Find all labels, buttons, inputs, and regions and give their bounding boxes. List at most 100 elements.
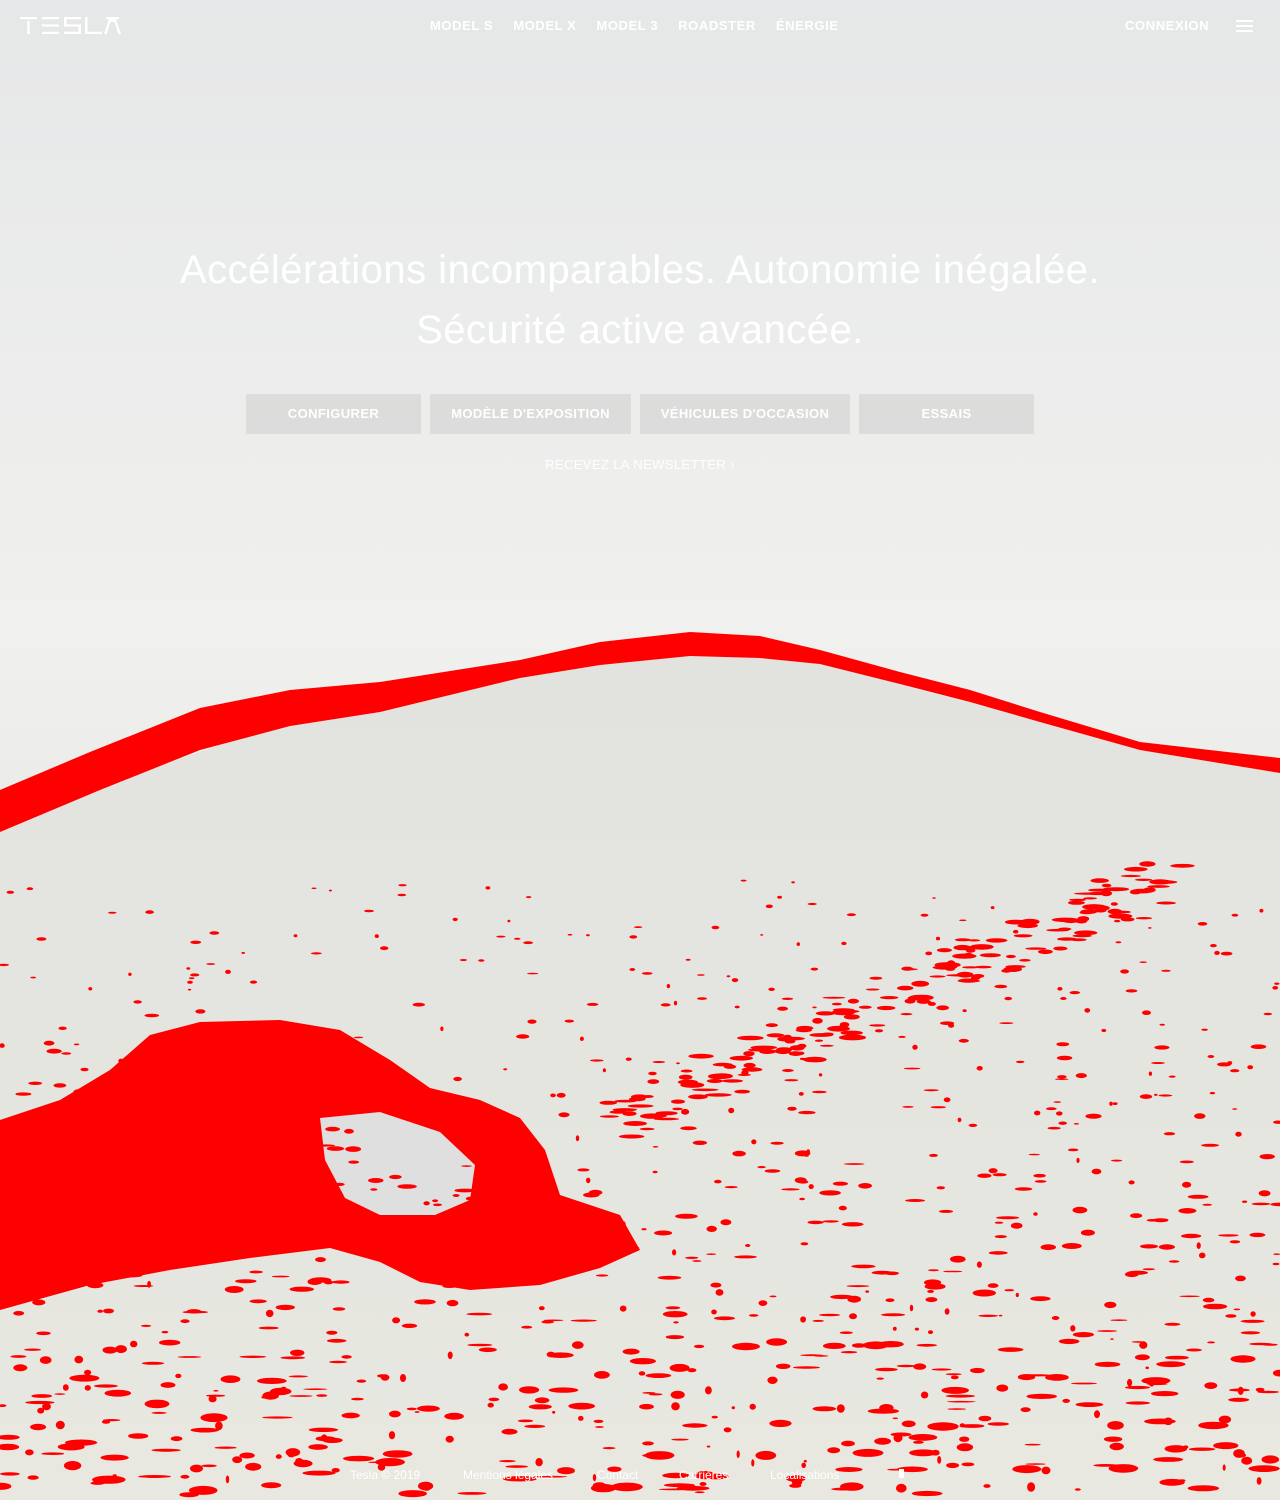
red-speck bbox=[814, 1039, 824, 1042]
red-speck bbox=[1047, 1126, 1061, 1130]
red-speck bbox=[1151, 1062, 1165, 1064]
red-speck bbox=[1051, 1316, 1060, 1320]
nav-model-s[interactable]: MODEL S bbox=[430, 17, 493, 35]
red-speck bbox=[999, 1022, 1014, 1024]
red-speck bbox=[1163, 1132, 1176, 1136]
red-speck bbox=[41, 1194, 49, 1199]
red-speck bbox=[93, 1384, 118, 1388]
red-speck bbox=[334, 1182, 345, 1186]
red-speck bbox=[241, 951, 245, 954]
red-speck bbox=[994, 984, 1008, 989]
red-speck bbox=[556, 1092, 566, 1098]
footer-locations-link[interactable]: Localisations bbox=[770, 1467, 839, 1483]
red-speck bbox=[454, 1188, 476, 1193]
configure-button[interactable]: CONFIGURER bbox=[246, 394, 421, 434]
showroom-model-button[interactable]: MODÈLE D'EXPOSITION bbox=[430, 394, 631, 434]
red-speck bbox=[976, 1261, 982, 1268]
red-speck bbox=[112, 1113, 120, 1115]
red-speck bbox=[341, 1412, 360, 1419]
red-speck bbox=[73, 1043, 80, 1046]
red-speck bbox=[764, 1169, 781, 1173]
red-speck bbox=[519, 1386, 540, 1394]
red-speck bbox=[118, 1058, 124, 1064]
red-speck bbox=[344, 1128, 354, 1134]
red-speck bbox=[1168, 1260, 1180, 1263]
red-speck bbox=[1024, 1443, 1041, 1446]
newsletter-link[interactable]: RECEVEZ LA NEWSLETTER › bbox=[0, 456, 1280, 474]
red-speck bbox=[969, 944, 994, 950]
footer-careers-link[interactable]: Carrières bbox=[679, 1467, 728, 1483]
red-speck bbox=[1026, 1393, 1057, 1399]
red-speck bbox=[312, 1206, 322, 1212]
test-drive-button[interactable]: ESSAIS bbox=[859, 394, 1034, 434]
red-speck bbox=[499, 1250, 524, 1254]
red-speck bbox=[100, 1231, 115, 1237]
red-speck bbox=[315, 1257, 326, 1263]
nav-roadster[interactable]: ROADSTER bbox=[678, 17, 756, 35]
red-speck bbox=[1110, 1319, 1128, 1321]
red-speck bbox=[550, 1093, 556, 1098]
red-speck bbox=[575, 1135, 580, 1142]
red-speck bbox=[1213, 1442, 1239, 1450]
red-speck bbox=[685, 958, 691, 961]
hamburger-menu-icon[interactable] bbox=[1234, 16, 1256, 36]
used-vehicles-button[interactable]: VÉHICULES D'OCCASION bbox=[640, 394, 850, 434]
red-speck bbox=[74, 1355, 84, 1364]
red-speck bbox=[166, 1074, 176, 1077]
red-speck bbox=[439, 1241, 445, 1245]
red-speck bbox=[737, 1073, 751, 1076]
red-speck bbox=[1240, 1331, 1261, 1335]
red-speck bbox=[1145, 1366, 1149, 1370]
red-speck bbox=[743, 1051, 755, 1057]
red-speck bbox=[15, 1092, 32, 1096]
red-speck bbox=[464, 1332, 470, 1337]
red-speck bbox=[1142, 1010, 1151, 1015]
red-speck bbox=[47, 1195, 70, 1199]
nav-model-3[interactable]: MODEL 3 bbox=[596, 17, 658, 35]
red-speck bbox=[1097, 1330, 1118, 1332]
tesla-logo[interactable] bbox=[20, 17, 121, 34]
red-speck bbox=[1070, 1382, 1098, 1385]
red-speck bbox=[30, 1423, 47, 1431]
red-speck bbox=[465, 1196, 474, 1201]
red-speck bbox=[1076, 1157, 1080, 1163]
red-speck bbox=[162, 1206, 180, 1211]
red-speck bbox=[1261, 1455, 1280, 1464]
red-speck bbox=[1210, 944, 1217, 948]
nav-model-x[interactable]: MODEL X bbox=[513, 17, 576, 35]
red-speck bbox=[54, 1393, 66, 1395]
footer-legal-link[interactable]: Mentions légales bbox=[463, 1467, 553, 1483]
red-speck bbox=[343, 1455, 375, 1462]
red-speck bbox=[623, 1121, 647, 1126]
red-speck bbox=[788, 1051, 803, 1056]
red-speck bbox=[147, 1280, 152, 1288]
red-speck bbox=[345, 1146, 362, 1152]
red-speck bbox=[1053, 946, 1068, 951]
nav-energie[interactable]: ÉNERGIE bbox=[776, 17, 839, 35]
red-speck bbox=[29, 1273, 41, 1281]
red-speck bbox=[239, 1355, 267, 1359]
red-speck bbox=[1143, 887, 1156, 893]
red-speck bbox=[715, 1289, 724, 1296]
red-speck bbox=[1061, 1243, 1082, 1249]
red-speck bbox=[953, 944, 972, 951]
footer-contact-link[interactable]: Contact bbox=[597, 1467, 638, 1483]
red-speck bbox=[293, 934, 298, 938]
red-speck bbox=[144, 1399, 170, 1409]
chevron-right-icon: › bbox=[730, 457, 735, 472]
red-speck bbox=[1124, 866, 1148, 872]
red-speck bbox=[638, 1371, 646, 1376]
red-speck bbox=[930, 1106, 946, 1109]
red-speck bbox=[1158, 1244, 1175, 1250]
red-speck bbox=[179, 1184, 200, 1187]
red-speck bbox=[1057, 987, 1063, 991]
red-speck bbox=[236, 1058, 243, 1063]
red-speck bbox=[1164, 1322, 1181, 1326]
red-speck bbox=[441, 1224, 454, 1228]
signin-link[interactable]: CONNEXION bbox=[1125, 17, 1209, 35]
red-speck bbox=[678, 1074, 693, 1080]
red-speck bbox=[935, 936, 941, 941]
red-speck bbox=[1034, 1110, 1041, 1116]
red-speck bbox=[287, 1450, 296, 1458]
red-speck bbox=[310, 952, 322, 955]
